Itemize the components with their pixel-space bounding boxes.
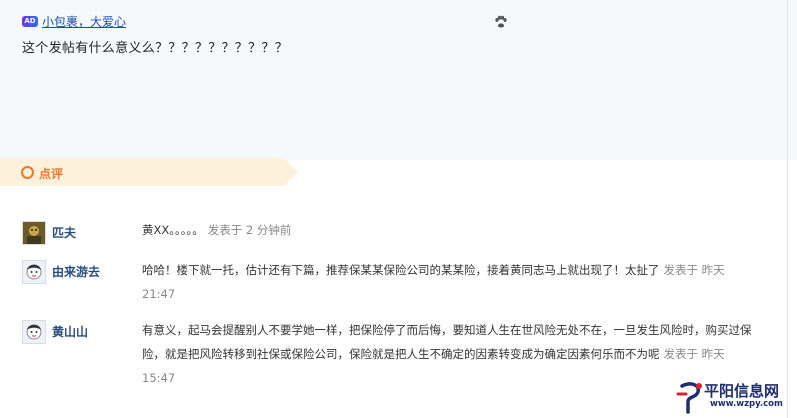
username[interactable]: 匹夫 bbox=[52, 224, 76, 241]
post-text: 这个发帖有什么意义么？？？？？？？？？？ bbox=[22, 41, 289, 56]
comment-section-title: 点评 bbox=[39, 167, 64, 181]
comment-body: 黄XX。。。。。 bbox=[142, 223, 204, 237]
comment-time: 发表于 2 分钟前 bbox=[207, 223, 292, 237]
paw-icon bbox=[494, 14, 508, 28]
comment-text: 黄XX。。。。。 发表于 2 分钟前 bbox=[142, 218, 758, 242]
username[interactable]: 黄山山 bbox=[52, 323, 88, 340]
circle-icon bbox=[21, 166, 34, 179]
username[interactable]: 由来游去 bbox=[52, 263, 100, 280]
comment-text: 哈哈！楼下就一托，估计还有下篇，推荐保某某保险公司的某某险，接着黄同志马上就出现… bbox=[142, 258, 758, 306]
site-logo: 平阳信息网 www.wzpy.com bbox=[676, 380, 791, 414]
avatar[interactable] bbox=[22, 320, 46, 344]
avatar[interactable] bbox=[22, 221, 46, 245]
avatar[interactable] bbox=[22, 260, 46, 284]
logo-mark-icon bbox=[676, 382, 702, 414]
comment-body: 哈哈！楼下就一托，估计还有下篇，推荐保某某保险公司的某某险，接着黄同志马上就出现… bbox=[142, 263, 660, 277]
ad-line[interactable]: AD 小包裹，大爱心 bbox=[22, 12, 126, 30]
ad-link[interactable]: 小包裹，大爱心 bbox=[42, 13, 126, 30]
comment-text: 有意义，起马会提醒别人不要学她一样，把保险停了而后悔，要知道人生在世风险无处不在… bbox=[142, 318, 758, 390]
logo-url: www.wzpy.com bbox=[710, 399, 783, 409]
ad-badge: AD bbox=[22, 15, 38, 27]
logo-name: 平阳信息网 bbox=[704, 382, 780, 400]
